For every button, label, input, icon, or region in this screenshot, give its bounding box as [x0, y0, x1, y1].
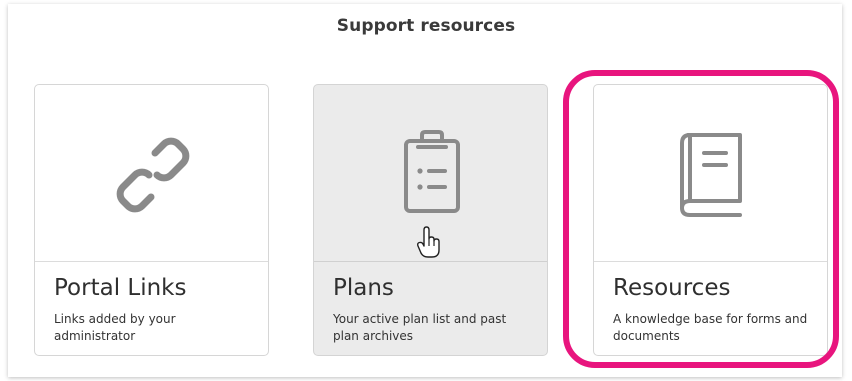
card-icon-area [35, 85, 268, 261]
card-description: Links added by your administrator [54, 312, 176, 343]
card-divider [35, 261, 268, 262]
card-icon-area [594, 85, 827, 261]
hand-cursor-icon [417, 226, 440, 258]
plans-card[interactable]: Plans Your active plan list and past pla… [313, 84, 548, 356]
card-divider [594, 261, 827, 262]
card-title: Resources [613, 275, 731, 301]
card-description: A knowledge base for forms and documents [613, 312, 808, 343]
screenshot-frame: Support resources Portal Links Links add… [0, 0, 852, 381]
book-icon [680, 133, 742, 217]
card-title: Portal Links [54, 275, 187, 301]
resources-card[interactable]: Resources A knowledge base for forms and… [593, 84, 828, 356]
section-title: Support resources [336, 16, 516, 36]
card-divider [314, 261, 547, 262]
card-title: Plans [333, 275, 394, 301]
card-description: Your active plan list and past plan arch… [333, 312, 507, 343]
portal-links-card[interactable]: Portal Links Links added by your adminis… [34, 84, 269, 356]
clipboard-list-icon [404, 130, 460, 213]
link-icon [116, 137, 190, 213]
